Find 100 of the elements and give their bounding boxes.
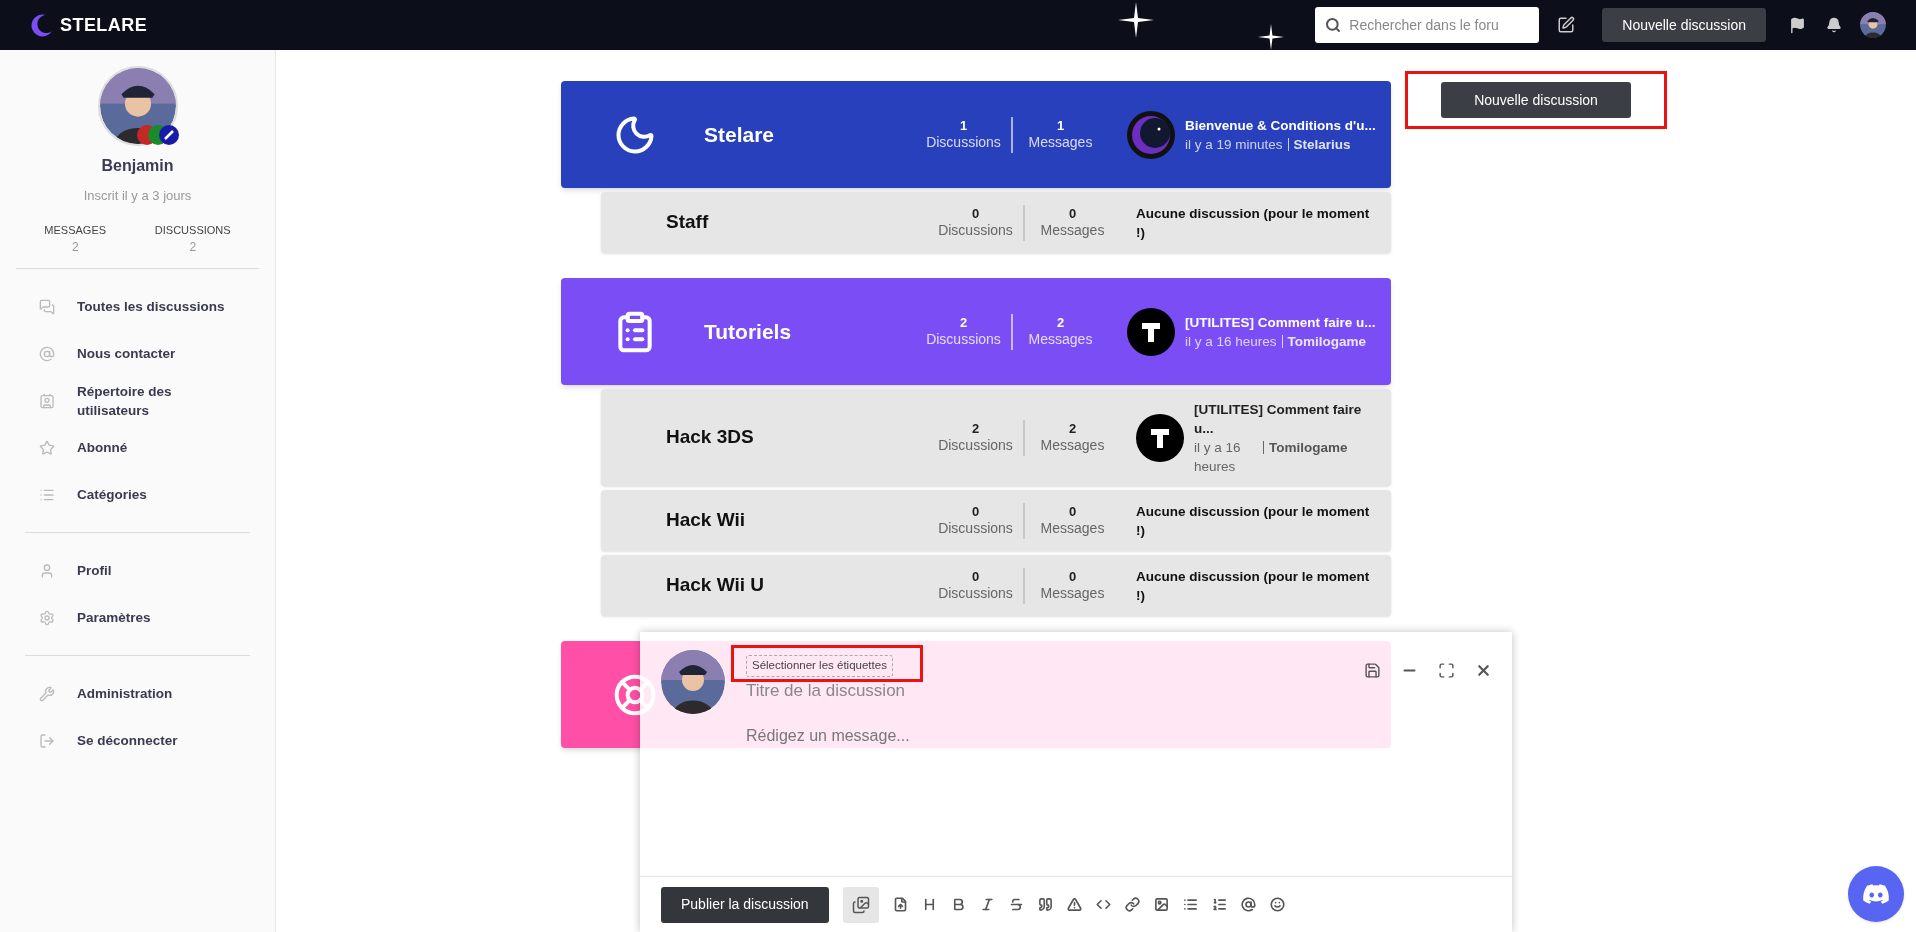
stat-label: Discussions	[926, 133, 1001, 152]
stat-label: Discussions	[938, 221, 1013, 240]
image-icon[interactable]	[1153, 897, 1169, 912]
at-sign-icon[interactable]	[1240, 897, 1256, 912]
last-post-author[interactable]: Tomilogame	[1287, 331, 1367, 351]
numbered-list-icon[interactable]	[1211, 897, 1227, 912]
stat-label: Messages	[1040, 584, 1105, 603]
nav-item[interactable]: Paramètres	[39, 594, 236, 641]
separator-bar	[1263, 440, 1264, 454]
subcategory-name[interactable]: Hack Wii U	[666, 574, 765, 596]
publish-button[interactable]: Publier la discussion	[661, 886, 829, 923]
close-icon[interactable]	[1475, 662, 1492, 679]
discord-button[interactable]	[1848, 866, 1904, 922]
nav-item[interactable]: Catégories	[39, 471, 236, 518]
nav-item[interactable]: Profil	[39, 547, 236, 594]
subcategory-name[interactable]: Staff	[666, 211, 709, 233]
category-name[interactable]: Tutoriels	[704, 319, 792, 343]
stat-label: Discussions	[938, 436, 1013, 455]
new-discussion-button[interactable]: Nouvelle discussion	[1441, 82, 1631, 118]
user-name[interactable]: Benjamin	[101, 154, 174, 178]
title-field[interactable]: Titre de la discussion	[746, 678, 1146, 704]
category-card[interactable]: Tutoriels 2 Discussions 2 Messages [UTILITES] Comment faire u... il y a 16 heures Tomilogame	[561, 278, 1391, 385]
separator-bar	[1287, 137, 1289, 151]
stat-value: 0	[1068, 205, 1077, 222]
subcategory-row[interactable]: Hack Wii U 0 Discussions 0 Messages Aucune discussion (pour le moment !)	[601, 555, 1391, 616]
save-icon[interactable]	[1364, 662, 1381, 679]
stat-value: 2	[189, 239, 197, 256]
user-icon	[39, 562, 55, 579]
stat-value: 0	[971, 205, 980, 222]
settings-icon	[39, 609, 55, 626]
empty-text: Aucune discussion (pour le moment !)	[1136, 204, 1371, 242]
edit-icon[interactable]	[1557, 16, 1576, 34]
strikethrough-icon[interactable]	[1008, 897, 1024, 912]
stat-label: Messages	[1040, 221, 1105, 240]
stat-label: DISCUSSIONS	[154, 222, 231, 238]
stat-value: 2	[1068, 420, 1077, 437]
nav-item[interactable]: Nous contacter	[39, 330, 236, 377]
new-discussion-button[interactable]: Nouvelle discussion	[1602, 8, 1766, 42]
tags-button[interactable]: Sélectionner les étiquettes	[746, 654, 893, 677]
quote-icon[interactable]	[1037, 897, 1053, 912]
maximize-icon[interactable]	[1438, 662, 1455, 679]
empty-text: Aucune discussion (pour le moment !)	[1136, 502, 1371, 540]
link-icon[interactable]	[1124, 897, 1140, 912]
nav-item[interactable]: Toutes les discussions	[39, 283, 236, 330]
bullet-list-icon[interactable]	[1182, 897, 1198, 912]
join-date: Inscrit il y a 3 jours	[83, 187, 192, 205]
contact-card-icon	[39, 392, 55, 409]
last-post-time: il y a 16 heures	[1194, 438, 1242, 476]
subcategory-row[interactable]: Hack 3DS 2 Discussions 2 Messages [UTILITES] Comment faire u... il y a 16 heures Tomilogame	[601, 389, 1391, 486]
code-icon[interactable]	[1095, 897, 1111, 912]
stat-value: 2	[971, 420, 980, 437]
bell-icon[interactable]	[1826, 17, 1842, 33]
separator-bar	[1281, 334, 1283, 348]
letter-t-logo-avatar	[1136, 413, 1184, 462]
stat-value: 0	[971, 568, 980, 585]
author-avatar	[661, 650, 725, 714]
last-post-title[interactable]: Bienvenue & Conditions d'u...	[1185, 115, 1376, 135]
stat-label: Discussions	[938, 584, 1013, 603]
stat-label: Discussions	[926, 330, 1001, 349]
file-upload-icon[interactable]	[892, 897, 908, 912]
nav-item[interactable]: Administration	[39, 670, 236, 717]
gallery-toggle[interactable]	[842, 886, 879, 923]
last-post-title[interactable]: [UTILITES] Comment faire u...	[1185, 312, 1376, 332]
italic-icon[interactable]	[979, 897, 995, 912]
stat-label: Messages	[1040, 436, 1105, 455]
stat-value: 1	[1056, 117, 1065, 134]
stat-value: 0	[971, 503, 980, 520]
subcategory-row[interactable]: Hack Wii 0 Discussions 0 Messages Aucune discussion (pour le moment !)	[601, 490, 1391, 551]
last-post-time: il y a 16 heures	[1185, 332, 1277, 351]
wrench-icon	[39, 685, 55, 702]
stat-value: 2	[71, 239, 79, 256]
at-sign-icon	[39, 345, 55, 362]
gallery-icon	[851, 895, 870, 914]
stat-value: 0	[1068, 503, 1077, 520]
subcategory-name[interactable]: Hack Wii	[666, 509, 746, 531]
category-card[interactable]: Stelare 1 Discussions 1 Messages Bienvenue & Conditions d'u... il y a 19 minutes Stelarius	[561, 81, 1391, 188]
subcategory-name[interactable]: Hack 3DS	[666, 426, 754, 448]
moon-logo-avatar	[1127, 110, 1175, 159]
smiley-icon[interactable]	[1269, 897, 1285, 912]
stat-label: Messages	[1028, 133, 1093, 152]
last-post-author[interactable]: Tomilogame	[1269, 437, 1348, 457]
message-field[interactable]: Rédigez un message...	[746, 723, 1346, 754]
flag-icon[interactable]	[1789, 16, 1806, 34]
star-icon	[39, 439, 55, 456]
nav-item[interactable]: Répertoire des utilisateurs	[39, 377, 236, 424]
nav-item[interactable]: Abonné	[39, 424, 236, 471]
subcategory-row[interactable]: Staff 0 Discussions 0 Messages Aucune discussion (pour le moment !)	[601, 192, 1391, 253]
user-avatar	[1860, 12, 1886, 38]
crescent-logo-icon	[30, 13, 54, 37]
nav-item[interactable]: Se déconnecter	[39, 717, 236, 764]
stat-label: Discussions	[938, 519, 1013, 538]
logo-text[interactable]: STELARE	[60, 11, 148, 39]
warning-icon[interactable]	[1066, 897, 1082, 912]
chat-bubbles-icon	[39, 298, 55, 315]
category-name[interactable]: Stelare	[704, 122, 775, 146]
empty-text: Aucune discussion (pour le moment !)	[1136, 567, 1371, 605]
stat-value: 2	[1056, 314, 1065, 331]
search-field[interactable]: Rechercher dans le foru	[1315, 7, 1540, 43]
last-post-title[interactable]: [UTILITES] Comment faire u...	[1194, 399, 1381, 438]
last-post-author[interactable]: Stelarius	[1293, 134, 1351, 154]
